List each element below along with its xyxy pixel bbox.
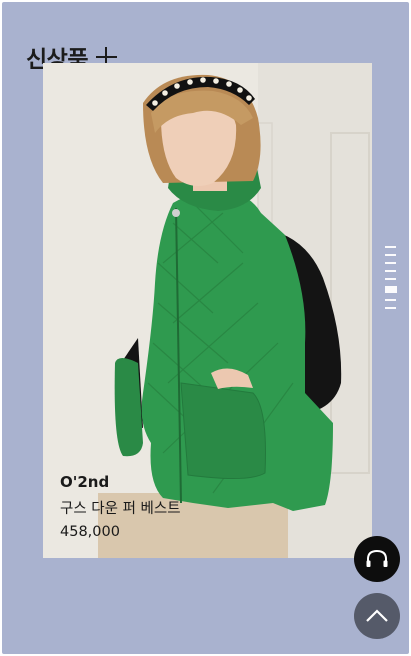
headset-icon — [366, 549, 388, 567]
customer-support-button[interactable] — [354, 536, 400, 582]
pager-dot-3[interactable] — [385, 262, 396, 264]
pager-dot-4[interactable] — [385, 270, 396, 272]
pager-dot-8[interactable] — [385, 307, 396, 309]
pager-dot-2[interactable] — [385, 254, 396, 256]
pager-dot-6-active[interactable] — [385, 286, 397, 293]
chevron-up-icon — [366, 609, 388, 622]
slide-pager — [385, 246, 397, 309]
pager-dot-5[interactable] — [385, 278, 396, 280]
product-price: 458,000 — [60, 524, 120, 540]
pager-dot-7[interactable] — [385, 299, 396, 301]
pager-dot-1[interactable] — [385, 246, 396, 248]
scroll-top-button[interactable] — [354, 593, 400, 639]
product-name: 구스 다운 퍼 베스트 — [60, 501, 181, 517]
new-arrivals-section: 신상품 O'2nd 구스 다운 퍼 베스트 458,000 — [2, 2, 409, 654]
product-card[interactable]: O'2nd 구스 다운 퍼 베스트 458,000 — [43, 63, 372, 558]
product-brand: O'2nd — [60, 473, 110, 491]
product-info: O'2nd 구스 다운 퍼 베스트 458,000 — [60, 473, 181, 540]
